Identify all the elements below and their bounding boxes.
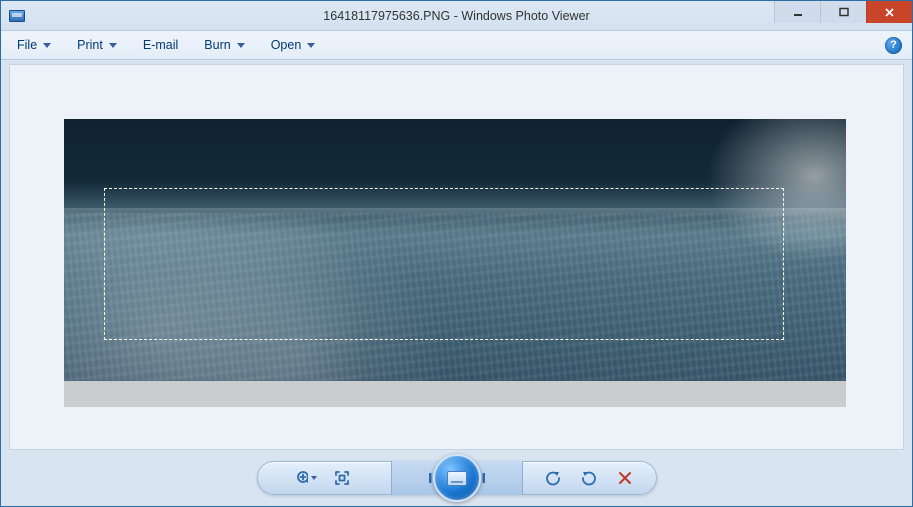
selection-marquee[interactable] <box>104 188 784 340</box>
nav-cluster <box>391 461 523 495</box>
menu-open[interactable]: Open <box>265 35 322 55</box>
minimize-icon <box>793 7 803 17</box>
fit-icon <box>333 469 351 487</box>
rotate-cw-icon <box>580 469 598 487</box>
help-button[interactable]: ? <box>885 37 902 54</box>
menu-email-label: E-mail <box>143 38 178 52</box>
magnifier-icon <box>295 469 308 487</box>
actual-size-button[interactable] <box>331 467 353 489</box>
menu-bar: File Print E-mail Burn Open ? <box>1 31 912 60</box>
image-canvas[interactable] <box>64 119 846 407</box>
menu-file[interactable]: File <box>11 35 57 55</box>
slideshow-icon <box>447 471 467 486</box>
menu-burn-label: Burn <box>204 38 230 52</box>
menu-print-label: Print <box>77 38 103 52</box>
minimize-button[interactable] <box>774 1 820 23</box>
maximize-icon <box>839 7 849 17</box>
controls-pill <box>257 461 657 495</box>
rotate-ccw-icon <box>544 469 562 487</box>
delete-button[interactable] <box>614 467 636 489</box>
menu-file-label: File <box>17 38 37 52</box>
window-root: 16418117975636.PNG - Windows Photo Viewe… <box>0 0 913 507</box>
chevron-down-icon <box>237 43 245 48</box>
menu-email[interactable]: E-mail <box>137 35 184 55</box>
title-bar[interactable]: 16418117975636.PNG - Windows Photo Viewe… <box>1 1 912 31</box>
zoom-button[interactable] <box>295 467 317 489</box>
help-icon: ? <box>890 39 897 51</box>
rotate-cw-button[interactable] <box>578 467 600 489</box>
chevron-down-icon <box>307 43 315 48</box>
title-filename: 16418117975636.PNG <box>323 9 450 23</box>
close-icon <box>884 7 895 18</box>
menu-burn[interactable]: Burn <box>198 35 250 55</box>
window-controls <box>774 1 912 23</box>
controls-area <box>1 450 912 506</box>
chevron-down-icon <box>43 43 51 48</box>
viewer-content <box>9 64 904 450</box>
delete-icon <box>617 470 633 486</box>
controls-right-zone <box>523 467 656 489</box>
close-button[interactable] <box>866 1 912 23</box>
controls-left-zone <box>258 467 391 489</box>
slideshow-button[interactable] <box>433 454 481 502</box>
rotate-ccw-button[interactable] <box>542 467 564 489</box>
chevron-down-icon <box>311 476 317 480</box>
title-appname: Windows Photo Viewer <box>461 9 589 23</box>
chevron-down-icon <box>109 43 117 48</box>
menu-print[interactable]: Print <box>71 35 123 55</box>
menu-open-label: Open <box>271 38 302 52</box>
maximize-button[interactable] <box>820 1 866 23</box>
